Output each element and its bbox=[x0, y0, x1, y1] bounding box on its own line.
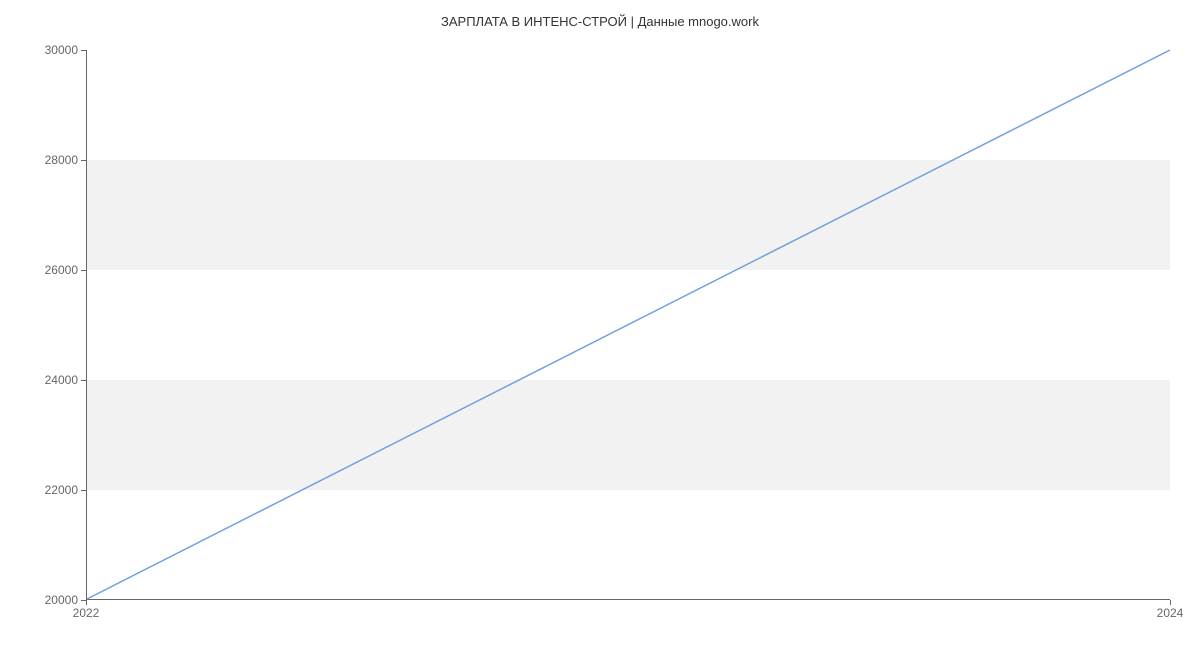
x-tick-label: 2024 bbox=[1157, 606, 1184, 620]
y-tick-mark bbox=[81, 50, 86, 51]
y-tick-label: 20000 bbox=[18, 593, 78, 607]
x-tick-mark bbox=[1170, 600, 1171, 605]
y-tick-mark bbox=[81, 160, 86, 161]
y-tick-mark bbox=[81, 270, 86, 271]
y-tick-label: 24000 bbox=[18, 373, 78, 387]
x-tick-label: 2022 bbox=[73, 606, 100, 620]
chart-title: ЗАРПЛАТА В ИНТЕНС-СТРОЙ | Данные mnogo.w… bbox=[0, 14, 1200, 29]
x-tick-mark bbox=[86, 600, 87, 605]
chart-line bbox=[87, 50, 1170, 599]
plot-area bbox=[86, 50, 1170, 600]
y-tick-mark bbox=[81, 490, 86, 491]
y-tick-label: 28000 bbox=[18, 153, 78, 167]
y-tick-label: 30000 bbox=[18, 43, 78, 57]
y-tick-label: 22000 bbox=[18, 483, 78, 497]
y-tick-mark bbox=[81, 380, 86, 381]
y-tick-label: 26000 bbox=[18, 263, 78, 277]
